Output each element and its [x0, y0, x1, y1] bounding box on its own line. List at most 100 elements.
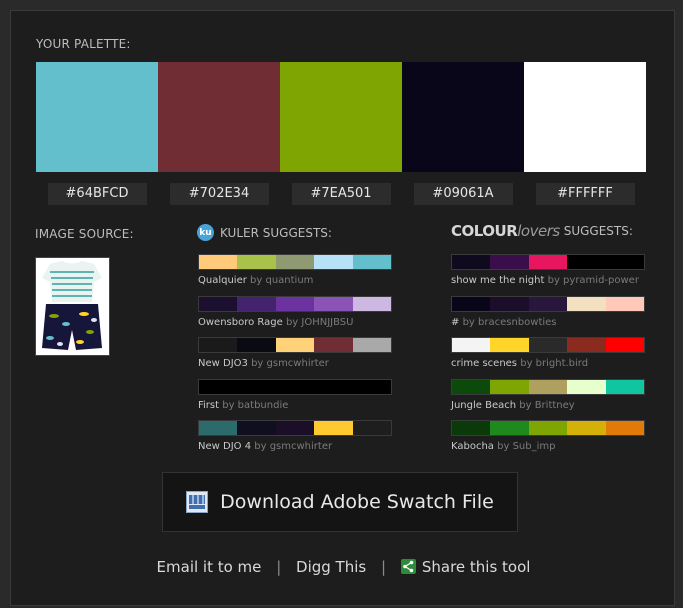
palette-author[interactable]: by Brittney [519, 400, 574, 411]
palette-author[interactable]: by pyramid-power [548, 275, 639, 286]
strip-color [528, 421, 568, 435]
suggestion-caption: Qualquier by quantium [198, 275, 392, 286]
footer-links: Email it to me | Digg This | Share this … [11, 558, 676, 576]
palette-name[interactable]: # [451, 317, 459, 328]
strip-color [567, 296, 606, 311]
hex-code-4[interactable]: #09061A [413, 183, 513, 205]
strip-color [352, 379, 392, 394]
kuler-suggestion[interactable]: New DJO3 by gsmcwhirter [198, 337, 392, 369]
strip-color [567, 255, 606, 269]
strip-color [352, 338, 392, 352]
palette-name[interactable]: show me the night [451, 275, 544, 286]
suggestion-caption: New DJO3 by gsmcwhirter [198, 358, 392, 369]
strip-color [237, 255, 276, 269]
strip-color [199, 421, 238, 435]
palette-author[interactable]: by gsmcwhirter [254, 441, 332, 452]
palette-name[interactable]: Qualquier [198, 275, 247, 286]
kuler-icon: ku [197, 224, 214, 241]
colourlovers-suggestion[interactable]: show me the night by pyramid-power [451, 254, 645, 286]
strip-color [237, 296, 276, 311]
strip-color [605, 296, 645, 311]
strip-color [490, 421, 529, 435]
kuler-suggestion[interactable]: Qualquier by quantium [198, 254, 392, 286]
palette-name[interactable]: Jungle Beach [451, 400, 516, 411]
suggestion-caption: First by batbundie [198, 400, 392, 411]
color-strip[interactable] [198, 254, 392, 270]
strip-color [314, 379, 353, 394]
swatch-1[interactable] [36, 62, 158, 172]
swatch-4[interactable] [402, 62, 524, 172]
color-strip[interactable] [451, 295, 645, 312]
suggestion-caption: # by bracesnbowties [451, 317, 645, 328]
palette-author[interactable]: by gsmcwhirter [251, 358, 329, 369]
color-strip[interactable] [198, 337, 392, 353]
strip-color [528, 255, 568, 269]
image-source-label: IMAGE SOURCE: [35, 227, 134, 241]
download-swatch-button[interactable]: Download Adobe Swatch File [162, 472, 518, 532]
palette-name[interactable]: crime scenes [451, 358, 517, 369]
outfit-image [36, 258, 109, 355]
share-link[interactable]: Share this tool [400, 558, 531, 576]
hex-code-5[interactable]: #FFFFFF [535, 183, 635, 205]
kuler-suggestion[interactable]: Owensboro Rage by JOHNJJBSU [198, 295, 392, 328]
palette-label: YOUR PALETTE: [36, 37, 131, 51]
suggestion-caption: crime scenes by bright.bird [451, 358, 645, 369]
suggestion-caption: New DJO 4 by gsmcwhirter [198, 441, 392, 452]
colourlovers-suggestion[interactable]: Kabocha by Sub_imp [451, 420, 645, 452]
email-link[interactable]: Email it to me [157, 558, 262, 576]
strip-color [528, 296, 568, 311]
color-strip[interactable] [451, 254, 645, 270]
palette-name[interactable]: First [198, 400, 219, 411]
strip-color [452, 421, 491, 435]
strip-color [199, 296, 238, 311]
hex-code-1[interactable]: #64BFCD [47, 183, 147, 205]
palette-name[interactable]: New DJO3 [198, 358, 248, 369]
strip-color [490, 338, 529, 352]
colourlovers-suggestion[interactable]: Jungle Beach by Brittney [451, 378, 645, 411]
swatch-3[interactable] [280, 62, 402, 172]
swatch-5[interactable] [524, 62, 646, 172]
color-strip[interactable] [198, 378, 392, 395]
strip-color [275, 379, 315, 394]
palette-author[interactable]: by bracesnbowties [463, 317, 557, 328]
palette-name[interactable]: Kabocha [451, 441, 494, 452]
color-strip[interactable] [451, 337, 645, 353]
strip-color [314, 255, 353, 269]
strip-color [237, 338, 276, 352]
strip-color [314, 421, 353, 435]
kuler-suggestion[interactable]: First by batbundie [198, 378, 392, 411]
colourlovers-suggestion[interactable]: crime scenes by bright.bird [451, 337, 645, 369]
hex-code-3[interactable]: #7EA501 [291, 183, 391, 205]
strip-color [567, 379, 606, 394]
palette-author[interactable]: by JOHNJJBSU [286, 317, 354, 328]
share-label: Share this tool [421, 558, 531, 576]
strip-color [452, 338, 491, 352]
swatch-2[interactable] [158, 62, 280, 172]
colourlovers-suggestion[interactable]: # by bracesnbowties [451, 295, 645, 328]
kuler-heading-text: KULER SUGGESTS: [220, 225, 332, 240]
digg-link[interactable]: Digg This [296, 558, 366, 576]
strip-color [352, 421, 392, 435]
hex-code-2[interactable]: #702E34 [169, 183, 269, 205]
strip-color [490, 296, 529, 311]
color-strip[interactable] [198, 295, 392, 312]
palette-name[interactable]: New DJO 4 [198, 441, 251, 452]
color-strip[interactable] [198, 420, 392, 436]
kuler-suggestion[interactable]: New DJO 4 by gsmcwhirter [198, 420, 392, 452]
strip-color [490, 255, 529, 269]
color-strip[interactable] [451, 420, 645, 436]
strip-color [314, 338, 353, 352]
colourlovers-heading: COLOURlovers SUGGESTS: [451, 222, 633, 240]
palette-author[interactable]: by quantium [250, 275, 313, 286]
strip-color [567, 421, 606, 435]
suggestion-caption: show me the night by pyramid-power [451, 275, 645, 286]
source-image[interactable] [35, 257, 110, 356]
strip-color [605, 338, 645, 352]
color-strip[interactable] [451, 378, 645, 395]
palette-author[interactable]: by bright.bird [520, 358, 588, 369]
suggestion-caption: Jungle Beach by Brittney [451, 400, 645, 411]
palette-author[interactable]: by Sub_imp [497, 441, 555, 452]
kuler-heading: ku KULER SUGGESTS: [197, 224, 332, 241]
palette-name[interactable]: Owensboro Rage [198, 317, 283, 328]
palette-author[interactable]: by batbundie [222, 400, 288, 411]
